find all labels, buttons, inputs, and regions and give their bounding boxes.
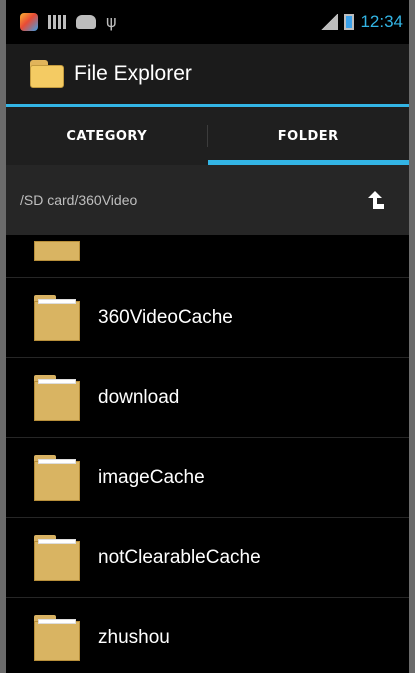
folder-list[interactable]: 360VideoCache download imageCache notCle… (6, 235, 409, 673)
up-arrow-icon (368, 191, 384, 209)
battery-icon (344, 14, 355, 30)
folder-icon (30, 60, 64, 88)
list-item[interactable] (6, 235, 409, 278)
folder-name: download (98, 386, 180, 408)
list-item[interactable]: zhushou (6, 598, 409, 673)
usb-icon: ψ (106, 12, 117, 31)
tab-category[interactable]: CATEGORY (6, 107, 208, 165)
tab-folder-label: FOLDER (277, 128, 339, 144)
list-item[interactable]: notClearableCache (6, 518, 409, 598)
status-bar: ψ 12:34 (6, 0, 409, 44)
action-bar: File Explorer (6, 44, 409, 104)
folder-icon (34, 374, 80, 421)
tab-folder[interactable]: FOLDER (207, 107, 410, 165)
status-time: 12:34 (360, 12, 403, 31)
folder-name: imageCache (98, 466, 205, 488)
app-title: File Explorer (74, 62, 192, 85)
list-item[interactable]: download (6, 358, 409, 438)
device-frame: ψ 12:34 File Explorer CATEGORY FOLDER /S… (0, 0, 415, 673)
folder-icon (34, 241, 80, 261)
list-item[interactable]: 360VideoCache (6, 278, 409, 358)
folder-name: notClearableCache (98, 546, 261, 568)
tab-bar: CATEGORY FOLDER (6, 107, 409, 165)
list-item[interactable]: imageCache (6, 438, 409, 518)
tab-category-label: CATEGORY (66, 128, 148, 144)
folder-icon (34, 454, 80, 501)
folder-icon (34, 614, 80, 661)
grid-icon (48, 15, 66, 29)
current-path: /SD card/360Video (20, 192, 138, 208)
folder-name: zhushou (98, 626, 170, 648)
folder-name: 360VideoCache (98, 306, 233, 328)
app-icon (20, 13, 38, 31)
signal-icon (320, 14, 339, 30)
cat-icon (76, 15, 96, 29)
up-level-button[interactable] (355, 180, 395, 220)
path-bar: /SD card/360Video (6, 165, 409, 235)
folder-icon (34, 534, 80, 581)
folder-icon (34, 294, 80, 341)
